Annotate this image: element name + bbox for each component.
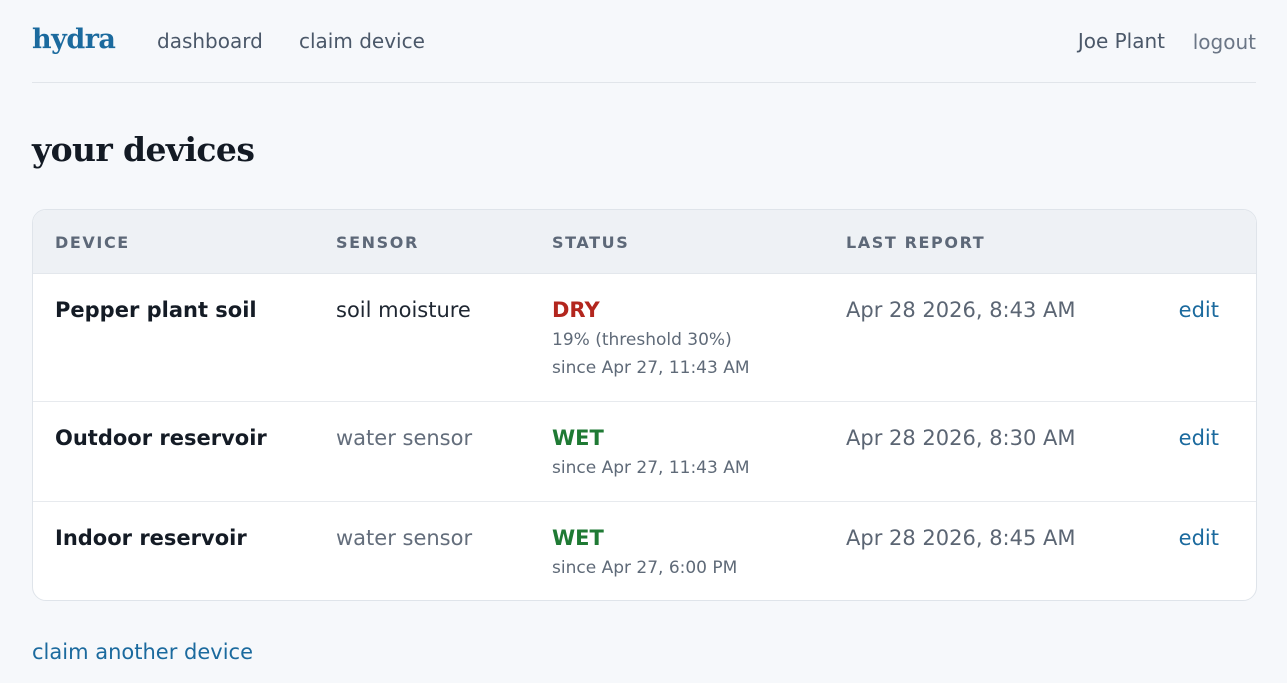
top-navigation-bar: hydra dashboard claim device Joe Plant l… xyxy=(32,0,1256,83)
page-title: your devices xyxy=(32,130,255,169)
status-cell: DRY 19% (threshold 30%) since Apr 27, 11… xyxy=(552,298,750,380)
table-header: DEVICE SENSOR STATUS LAST REPORT xyxy=(33,210,1256,274)
status-badge: WET xyxy=(552,526,604,550)
status-reading: 19% (threshold 30%) xyxy=(552,330,732,350)
column-header-device: DEVICE xyxy=(55,233,130,252)
devices-table: DEVICE SENSOR STATUS LAST REPORT Pepper … xyxy=(32,209,1257,601)
status-cell: WET since Apr 27, 6:00 PM xyxy=(552,526,737,580)
edit-device-link[interactable]: edit xyxy=(1179,526,1219,550)
last-report-time: Apr 28 2026, 8:30 AM xyxy=(846,426,1076,450)
status-since: since Apr 27, 11:43 AM xyxy=(552,358,750,378)
device-name: Pepper plant soil xyxy=(55,298,257,322)
page: hydra dashboard claim device Joe Plant l… xyxy=(0,0,1287,683)
device-name: Outdoor reservoir xyxy=(55,426,267,450)
table-row: Indoor reservoir water sensor WET since … xyxy=(33,502,1256,600)
table-row: Pepper plant soil soil moisture DRY 19% … xyxy=(33,274,1256,402)
status-badge: WET xyxy=(552,426,604,450)
column-header-last-report: LAST REPORT xyxy=(846,233,986,252)
device-name: Indoor reservoir xyxy=(55,526,247,550)
nav-dashboard-link[interactable]: dashboard xyxy=(157,29,263,53)
last-report-time: Apr 28 2026, 8:43 AM xyxy=(846,298,1076,322)
sensor-type: water sensor xyxy=(336,526,473,550)
logout-link[interactable]: logout xyxy=(1193,30,1256,54)
brand-logo-link[interactable]: hydra xyxy=(32,24,116,55)
current-user-name: Joe Plant xyxy=(1077,29,1165,53)
status-badge: DRY xyxy=(552,298,600,322)
sensor-type: water sensor xyxy=(336,426,473,450)
column-header-sensor: SENSOR xyxy=(336,233,419,252)
sensor-type: soil moisture xyxy=(336,298,471,322)
edit-device-link[interactable]: edit xyxy=(1179,298,1219,322)
claim-another-device-link[interactable]: claim another device xyxy=(32,640,253,664)
status-since: since Apr 27, 6:00 PM xyxy=(552,558,738,578)
nav-claim-device-link[interactable]: claim device xyxy=(299,29,425,53)
table-row: Outdoor reservoir water sensor WET since… xyxy=(33,402,1256,502)
status-since: since Apr 27, 11:43 AM xyxy=(552,458,750,478)
status-cell: WET since Apr 27, 11:43 AM xyxy=(552,426,750,480)
edit-device-link[interactable]: edit xyxy=(1179,426,1219,450)
last-report-time: Apr 28 2026, 8:45 AM xyxy=(846,526,1076,550)
column-header-status: STATUS xyxy=(552,233,630,252)
